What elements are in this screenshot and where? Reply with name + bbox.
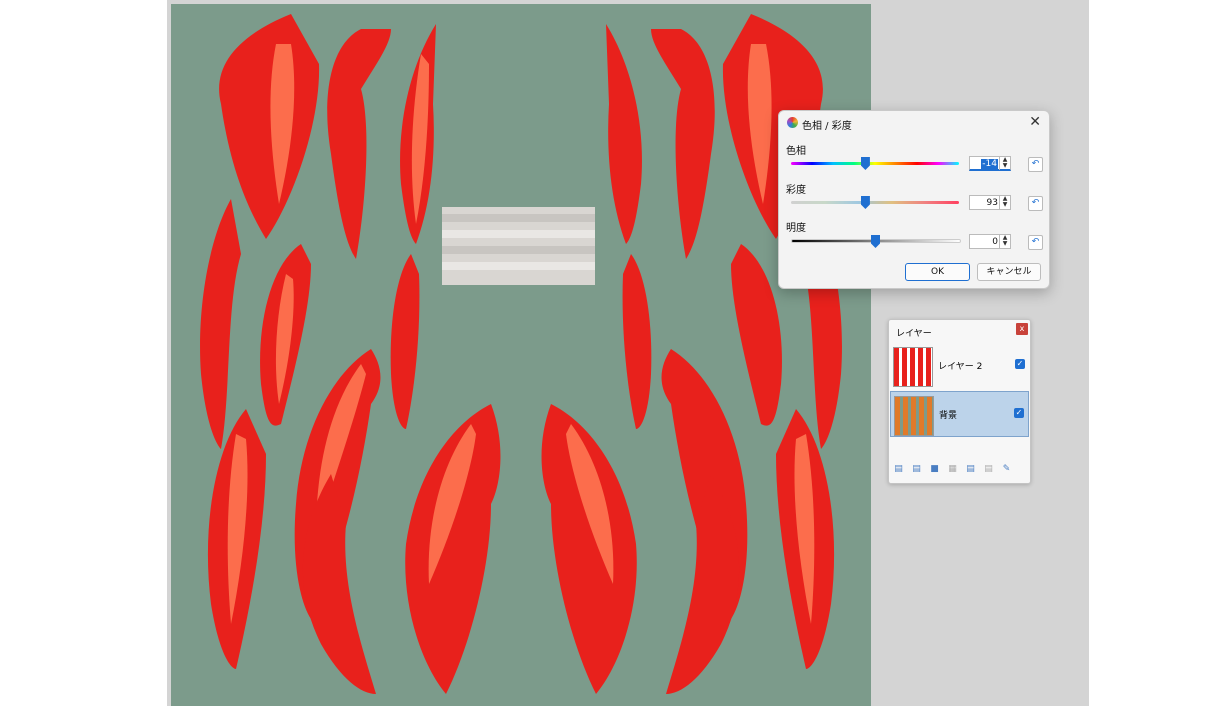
visibility-checkbox[interactable]: ✓ <box>1014 408 1024 418</box>
hue-input[interactable]: -14 ▲ ▼ <box>969 156 1011 171</box>
hue-slider[interactable] <box>791 162 959 165</box>
lightness-spinner[interactable]: ▲ ▼ <box>999 235 1010 248</box>
move-down-icon[interactable]: ▤ <box>983 464 994 475</box>
spin-down-icon[interactable]: ▼ <box>1003 240 1008 247</box>
ok-button[interactable]: OK <box>905 263 970 281</box>
add-layer-icon[interactable]: ▤ <box>893 464 904 475</box>
hue-slider-thumb[interactable] <box>860 157 870 170</box>
layers-panel-title: レイヤー <box>896 329 932 339</box>
saturation-reset-button[interactable]: ↶ <box>1028 196 1043 211</box>
saturation-value: 93 <box>986 198 998 208</box>
texture-artwork <box>200 14 842 694</box>
cancel-button[interactable]: キャンセル <box>977 263 1041 281</box>
layer-row[interactable]: レイヤー 2 ✓ <box>890 343 1029 389</box>
hue-value: -14 <box>981 159 998 169</box>
spin-down-icon[interactable]: ▼ <box>1003 201 1008 208</box>
hue-reset-button[interactable]: ↶ <box>1028 157 1043 172</box>
duplicate-layer-icon[interactable]: ■ <box>929 464 940 475</box>
lightness-input[interactable]: 0 ▲ ▼ <box>969 234 1011 249</box>
lightness-value: 0 <box>992 237 998 247</box>
merge-layer-icon[interactable]: ▦ <box>947 464 958 475</box>
palette-icon <box>787 117 798 128</box>
layer-name: レイヤー 2 <box>938 362 983 372</box>
close-icon[interactable]: ✕ <box>1029 114 1041 130</box>
layer-thumbnail <box>893 347 933 387</box>
lightness-label: 明度 <box>786 223 806 234</box>
delete-layer-icon[interactable]: ▤ <box>911 464 922 475</box>
lightness-reset-button[interactable]: ↶ <box>1028 235 1043 250</box>
close-icon[interactable]: x <box>1016 323 1028 335</box>
properties-icon[interactable]: ✎ <box>1001 464 1012 475</box>
saturation-spinner[interactable]: ▲ ▼ <box>999 196 1010 209</box>
spin-down-icon[interactable]: ▼ <box>1003 162 1008 169</box>
layers-panel: レイヤー x レイヤー 2 ✓ 背景 ✓ ▤ ▤ ■ ▦ ▤ ▤ ✎ <box>888 319 1031 484</box>
image-canvas[interactable] <box>171 4 871 706</box>
layer-name: 背景 <box>939 411 958 421</box>
layer-thumbnail <box>894 396 934 436</box>
hue-spinner[interactable]: ▲ ▼ <box>999 157 1010 170</box>
dialog-title-bar[interactable]: 色相 / 彩度 ✕ <box>779 111 1049 135</box>
saturation-label: 彩度 <box>786 185 806 196</box>
saturation-input[interactable]: 93 ▲ ▼ <box>969 195 1011 210</box>
hue-saturation-dialog: 色相 / 彩度 ✕ 色相 -14 ▲ ▼ ↶ 彩度 93 ▲ ▼ ↶ 明度 0 ▲ ▼… <box>778 110 1050 289</box>
dialog-title: 色相 / 彩度 <box>802 121 852 132</box>
hue-label: 色相 <box>786 146 806 157</box>
move-up-icon[interactable]: ▤ <box>965 464 976 475</box>
saturation-slider-thumb[interactable] <box>860 196 870 209</box>
lightness-slider-thumb[interactable] <box>871 235 880 248</box>
layer-row[interactable]: 背景 ✓ <box>890 391 1029 437</box>
visibility-checkbox[interactable]: ✓ <box>1015 359 1025 369</box>
saturation-slider[interactable] <box>791 201 959 204</box>
